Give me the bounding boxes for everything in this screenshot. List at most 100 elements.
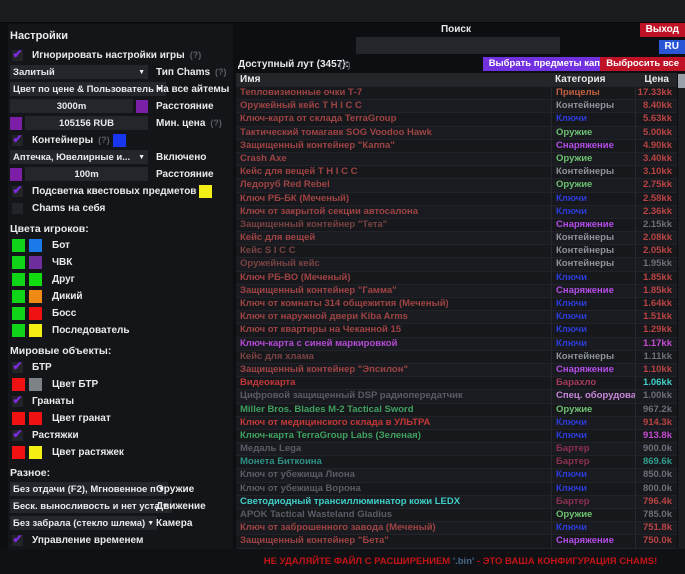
loot-row[interactable]: Кейс для вещейКонтейнеры2.08kk bbox=[236, 231, 677, 244]
loot-item-name: Кейс для хлама bbox=[236, 351, 551, 363]
loot-row[interactable]: Кейс для вещей T H I C CКонтейнеры3.10kk bbox=[236, 165, 677, 178]
settings-dropdown[interactable]: Цвет по цене & Пользователь▼ bbox=[10, 82, 166, 96]
loot-row[interactable]: Защищенный контейнер "Каппа"Снаряжение4.… bbox=[236, 139, 677, 152]
loot-row[interactable]: Монета БиткоинаБартер869.6k bbox=[236, 455, 677, 468]
loot-row[interactable]: Ключ РБ-ВО (Меченый)Ключи1.85kk bbox=[236, 271, 677, 284]
color-swatch[interactable] bbox=[12, 273, 25, 286]
loot-row[interactable]: Ключ от закрытой секции автосалонаКлючи2… bbox=[236, 205, 677, 218]
loot-row[interactable]: Светодиодный трансиллюминатор кожи LEDXБ… bbox=[236, 495, 677, 508]
select-kappa-items-button[interactable]: Выбрать предметы каппа bbox=[483, 57, 617, 71]
loot-item-category: Барахло bbox=[551, 377, 635, 389]
color-swatch[interactable] bbox=[12, 324, 25, 337]
dropdown-label: Камера bbox=[156, 518, 192, 529]
loot-item-category: Ключи bbox=[551, 417, 635, 429]
checkbox[interactable]: ✔ bbox=[12, 50, 23, 61]
color-swatch[interactable] bbox=[12, 446, 25, 459]
color-swatch[interactable] bbox=[12, 307, 25, 320]
loot-row[interactable]: Защищенный контейнер "Эпсилон"Снаряжение… bbox=[236, 363, 677, 376]
settings-dropdown[interactable]: Беск. выносливость и нет уста▼ bbox=[10, 499, 172, 513]
color-swatch[interactable] bbox=[29, 239, 42, 252]
loot-row[interactable]: Цифровой защищенный DSP радиопередатчикС… bbox=[236, 389, 677, 402]
settings-dropdown[interactable]: Без забрала (стекло шлема)▼ bbox=[10, 516, 157, 530]
color-swatch[interactable] bbox=[10, 117, 22, 130]
color-swatch[interactable] bbox=[29, 290, 42, 303]
loot-item-category: Бартер bbox=[551, 456, 635, 468]
loot-row[interactable]: Ледоруб Red RebelОружие2.75kk bbox=[236, 178, 677, 191]
settings-panel: Настройки ✔Игнорировать настройки игры(?… bbox=[8, 24, 233, 556]
loot-row[interactable]: Miller Bros. Blades M-2 Tactical SwordОр… bbox=[236, 403, 677, 416]
loot-row[interactable]: Кейс для хламаКонтейнеры1.11kk bbox=[236, 350, 677, 363]
loot-row[interactable]: Тактический томагавк SOG Voodoo HawkОруж… bbox=[236, 126, 677, 139]
loot-row[interactable]: Ключ от убежища ВоронаКлючи800.0k bbox=[236, 482, 677, 495]
loot-item-price: 1.00kk bbox=[635, 390, 677, 402]
loot-row[interactable]: Ключ от медицинского склада в УЛЬТРАКлюч… bbox=[236, 416, 677, 429]
scrollbar-thumb[interactable] bbox=[678, 74, 685, 88]
color-swatch[interactable] bbox=[29, 324, 42, 337]
checkbox[interactable]: ✔ bbox=[12, 135, 23, 146]
loot-row[interactable]: Медаль LegaБартер900.0k bbox=[236, 442, 677, 455]
checkbox[interactable]: ✔ bbox=[12, 535, 23, 546]
color-swatch[interactable] bbox=[136, 100, 148, 113]
loot-row[interactable]: Защищенный контейнер "Гамма"Снаряжение1.… bbox=[236, 284, 677, 297]
checkbox[interactable]: ✔ bbox=[12, 396, 23, 407]
col-header-category[interactable]: Категория bbox=[551, 73, 635, 86]
loot-row[interactable]: Ключ от квартиры на Чеканной 15Ключи1.29… bbox=[236, 323, 677, 336]
checkbox[interactable]: ✔ bbox=[12, 186, 23, 197]
settings-input[interactable]: 100m bbox=[25, 167, 148, 181]
loot-item-price: 2.05kk bbox=[635, 245, 677, 257]
drop-all-button[interactable]: Выбросить все bbox=[600, 57, 685, 71]
color-swatch[interactable] bbox=[29, 307, 42, 320]
input-label: Расстояние bbox=[156, 169, 214, 180]
loot-row[interactable]: Ключ-карта от склада TerraGroupКлючи5.63… bbox=[236, 112, 677, 125]
checkbox[interactable] bbox=[12, 203, 23, 214]
loot-row[interactable]: Оружейный кейсКонтейнеры1.95kk bbox=[236, 257, 677, 270]
loot-row[interactable]: Оружейный кейс T H I C CКонтейнеры8.40kk bbox=[236, 99, 677, 112]
color-swatch[interactable] bbox=[12, 290, 25, 303]
color-swatch[interactable] bbox=[10, 168, 22, 181]
color-swatch[interactable] bbox=[12, 412, 25, 425]
loot-item-price: 1.06kk bbox=[635, 377, 677, 389]
loot-row[interactable]: Тепловизионные очки Т-7Прицелы17.33kk bbox=[236, 86, 677, 99]
color-swatch[interactable] bbox=[29, 412, 42, 425]
checkbox[interactable]: ✔ bbox=[12, 362, 23, 373]
color-swatch[interactable] bbox=[12, 256, 25, 269]
table-scrollbar[interactable] bbox=[678, 73, 685, 549]
loot-row[interactable]: Ключ-карта с синей маркировкойКлючи1.17k… bbox=[236, 337, 677, 350]
settings-row: Цвет БТР bbox=[10, 377, 233, 391]
settings-input[interactable]: 105156 RUB bbox=[25, 116, 148, 130]
loot-row[interactable]: APOK Tactical Wasteland GladiusОружие785… bbox=[236, 508, 677, 521]
language-button[interactable]: RU bbox=[659, 40, 685, 54]
color-swatch[interactable] bbox=[12, 239, 25, 252]
color-swatch[interactable] bbox=[12, 378, 25, 391]
settings-title: Настройки bbox=[10, 30, 233, 42]
dropdown-value: Беск. выносливость и нет уста bbox=[13, 501, 160, 512]
loot-row[interactable]: Кейс S I C CКонтейнеры2.05kk bbox=[236, 244, 677, 257]
loot-row[interactable]: Защищенный контейнер "Тета"Снаряжение2.1… bbox=[236, 218, 677, 231]
loot-row[interactable]: ВидеокартаБарахло1.06kk bbox=[236, 376, 677, 389]
color-swatch[interactable] bbox=[199, 185, 212, 198]
loot-row[interactable]: Защищенный контейнер "Бета"Снаряжение750… bbox=[236, 534, 677, 547]
loot-row[interactable]: Ключ РБ-БК (Меченый)Ключи2.58kk bbox=[236, 192, 677, 205]
loot-item-category: Ключи bbox=[551, 311, 635, 323]
exit-button[interactable]: Выход bbox=[640, 23, 685, 37]
loot-row[interactable]: Ключ-карта TerraGroup Labs (Зеленая)Ключ… bbox=[236, 429, 677, 442]
loot-row[interactable]: Ключ от наружной двери Kiba ArmsКлючи1.5… bbox=[236, 310, 677, 323]
loot-row[interactable]: Ключ от заброшенного завода (Меченый)Клю… bbox=[236, 521, 677, 534]
loot-row[interactable]: Ключ от комнаты 314 общежития (Меченый)К… bbox=[236, 297, 677, 310]
search-input[interactable] bbox=[356, 37, 560, 54]
settings-input[interactable]: 3000m bbox=[10, 99, 133, 113]
color-swatch[interactable] bbox=[29, 256, 42, 269]
loot-row[interactable]: Ключ от убежища ЛионаКлючи850.0k bbox=[236, 468, 677, 481]
color-swatch[interactable] bbox=[29, 273, 42, 286]
color-swatch[interactable] bbox=[29, 446, 42, 459]
settings-dropdown[interactable]: Залитый▼ bbox=[10, 65, 148, 79]
color-swatch[interactable] bbox=[113, 134, 126, 147]
settings-dropdown[interactable]: Без отдачи (F2), Мгновенное п▼ bbox=[10, 482, 168, 496]
settings-dropdown[interactable]: Аптечка, Ювелирные и...▼ bbox=[10, 150, 148, 164]
checkbox[interactable]: ✔ bbox=[12, 430, 23, 441]
col-header-name[interactable]: Имя bbox=[236, 73, 551, 86]
color-swatch[interactable] bbox=[29, 378, 42, 391]
loot-row[interactable]: Crash AxeОружие3.40kk bbox=[236, 152, 677, 165]
col-header-price[interactable]: Цена bbox=[635, 73, 677, 86]
loot-item-name: Ключ РБ-ВО (Меченый) bbox=[236, 272, 551, 284]
